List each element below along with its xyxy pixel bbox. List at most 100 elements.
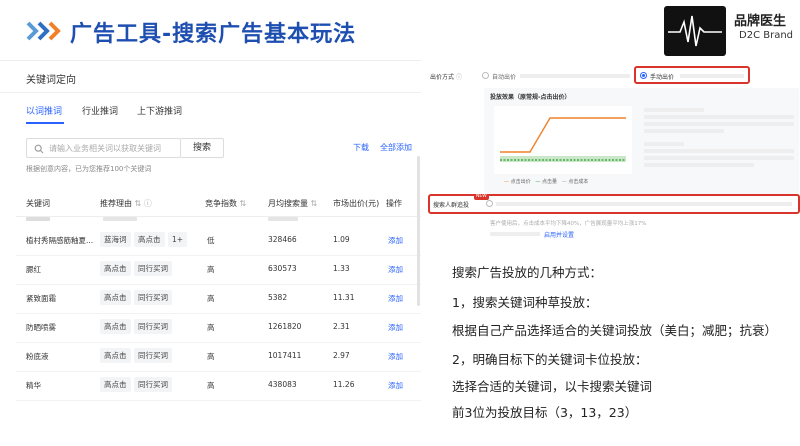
manual-bid-radio[interactable] (640, 72, 647, 79)
audience-retarget-radio[interactable] (486, 200, 493, 207)
chart-plot-area (494, 106, 632, 174)
recommendation-hint: 根据创意内容，已为您推荐100个关键词 (26, 165, 152, 173)
search-button[interactable]: 搜索 (181, 138, 224, 158)
volume-cell: 438083 (268, 380, 297, 389)
note-line: 2，明确目标下的关键词卡位投放： (452, 352, 648, 367)
price-cell: 2.31 (333, 322, 350, 331)
add-keyword-button[interactable]: 添加 (388, 235, 403, 246)
volume-cell: 5382 (268, 293, 288, 302)
slide-title: 广告工具-搜索广告基本玩法 (70, 22, 357, 47)
note-line: 选择合适的关键词，以卡搜索关键词 (452, 379, 653, 394)
note-line: 根据自己产品选择适合的关键词投放（美白；减肥；抗衰） (452, 323, 778, 338)
download-link[interactable]: 下载 (353, 142, 369, 153)
enable-setup-link[interactable]: 启用并设置 (544, 230, 574, 239)
reason-tag: 同行买词 (134, 290, 172, 305)
col-reason: 推荐理由 ⇅ ⓘ (100, 199, 152, 208)
reason-tag: 蓝海词 (100, 232, 131, 247)
add-keyword-button[interactable]: 添加 (388, 380, 403, 391)
reason-tag: 高点击 (100, 348, 131, 363)
table-row-clipped (0, 217, 421, 227)
auto-bid-label[interactable]: 自动出价 (492, 72, 516, 81)
add-keyword-button[interactable]: 添加 (388, 322, 403, 333)
reason-tag: 同行买词 (134, 319, 172, 334)
tab-keyword-from-keyword[interactable]: 以词推词 (26, 104, 62, 117)
table-row[interactable]: 植村秀隔感筋釉夏... 蓝海词 高点击 1+ 低 328466 1.09 添加 (0, 227, 421, 256)
add-all-link[interactable]: 全部添加 (380, 142, 412, 153)
effect-title: 投放效果（原常规-点击出价） (490, 94, 571, 101)
brand-logo (664, 6, 726, 56)
competition-cell: 高 (207, 323, 215, 332)
sort-icon[interactable]: ⇅ (135, 199, 142, 208)
volume-cell: 1261820 (268, 322, 302, 331)
keyword-cell: 紧致面霜 (26, 294, 56, 303)
reason-tag: 同行买词 (134, 348, 172, 363)
panel-title: 关键词定向 (26, 75, 76, 86)
series-click-cost-band (500, 156, 626, 162)
competition-cell: 高 (207, 294, 215, 303)
table-scrollbar[interactable] (417, 156, 420, 306)
keyword-cell: 腮红 (26, 265, 41, 274)
chart-legend: — 点击出价 — 点击量 — 点击成本 (504, 179, 589, 185)
note-line: 1，搜索关键词种草投放： (452, 295, 598, 310)
sort-icon[interactable]: ⇅ (240, 199, 247, 208)
col-market-bid: 市场出价(元) (333, 199, 380, 208)
price-cell: 2.97 (333, 351, 350, 360)
price-cell: 1.33 (333, 264, 350, 273)
keyword-search-field[interactable] (26, 138, 181, 158)
price-cell: 11.31 (333, 293, 355, 302)
reason-tag: 高点击 (100, 377, 131, 392)
keyword-cell: 植村秀隔感筋釉夏... (26, 236, 94, 245)
add-keyword-button[interactable]: 添加 (388, 293, 403, 304)
note-line: 搜索广告投放的几种方式： (452, 265, 603, 280)
table-row[interactable]: 粉底液 高点击 同行买词 高 1017411 2.97 添加 (0, 343, 421, 372)
chevron-arrows-icon (26, 21, 61, 41)
keyword-targeting-panel: 关键词定向 以词推词 行业推词 上下游推词 搜索 下载 全部添加 根据创意内容，… (0, 60, 421, 446)
table-row[interactable]: 紧致面霜 高点击 同行买词 高 5382 11.31 添加 (0, 285, 421, 314)
table-row[interactable]: 腮红 高点击 同行买词 高 630573 1.33 添加 (0, 256, 421, 285)
competition-cell: 高 (207, 352, 215, 361)
volume-cell: 328466 (268, 235, 297, 244)
volume-cell: 630573 (268, 264, 297, 273)
manual-bid-label[interactable]: 手动出价 (650, 72, 674, 81)
heartbeat-icon (668, 15, 722, 47)
search-icon (34, 144, 44, 154)
volume-cell: 1017411 (268, 351, 302, 360)
active-tab-indicator (26, 122, 64, 124)
add-keyword-button[interactable]: 添加 (388, 351, 403, 362)
bid-settings-panel: 出价方式 ⓘ 自动出价 手动出价 投放效果（原常规-点击出价） — 点击出价 —… (424, 60, 800, 256)
note-line: 前3位为投放目标（3，13，23） (452, 405, 638, 420)
table-row[interactable]: 防晒喷雾 高点击 同行买词 高 1261820 2.31 添加 (0, 314, 421, 343)
tab-industry-keyword[interactable]: 行业推词 (82, 104, 118, 117)
keyword-cell: 精华 (26, 381, 41, 390)
reason-tag: 高点击 (100, 261, 131, 276)
auto-bid-radio[interactable] (482, 72, 489, 79)
brand-name: 品牌医生 (734, 14, 787, 29)
keyword-search-input[interactable] (49, 141, 177, 156)
bid-effect-card: 投放效果（原常规-点击出价） — 点击出价 — 点击量 — 点击成本 (484, 88, 799, 196)
reason-tag: 高点击 (134, 232, 165, 247)
competition-cell: 低 (207, 236, 215, 245)
competition-cell: 高 (207, 381, 215, 390)
help-icon[interactable]: ⓘ (144, 199, 152, 208)
competition-cell: 高 (207, 265, 215, 274)
tab-updownstream-keyword[interactable]: 上下游推词 (137, 104, 182, 117)
reason-tag: 高点击 (100, 290, 131, 305)
col-monthly-search: 月均搜索量 ⇅ (268, 199, 318, 208)
add-keyword-button[interactable]: 添加 (388, 264, 403, 275)
bid-effect-chart (494, 106, 632, 174)
keyword-cell: 粉底液 (26, 352, 49, 361)
retarget-benefit-text: 客户使用后，点击成本平均下降40%，广告展现量平均上涨17% (490, 221, 647, 227)
col-action: 操作 (386, 199, 402, 208)
audience-retarget-label: 搜索人群追投 (433, 202, 470, 209)
table-row[interactable]: 精华 高点击 同行买词 高 438083 11.26 添加 (0, 372, 421, 401)
col-competition: 竞争指数 ⇅ (205, 199, 247, 208)
sort-icon[interactable]: ⇅ (311, 199, 318, 208)
price-cell: 11.26 (333, 380, 355, 389)
reason-tag: 高点击 (100, 319, 131, 334)
col-keyword: 关键词 (26, 199, 50, 208)
help-icon[interactable]: ⓘ (456, 74, 462, 81)
more-tags-badge[interactable]: 1+ (168, 232, 188, 247)
reason-tag: 同行买词 (134, 377, 172, 392)
slide-header: 广告工具-搜索广告基本玩法 品牌医生 D2C Brand (0, 0, 800, 60)
bid-method-label: 出价方式 ⓘ (430, 74, 462, 81)
